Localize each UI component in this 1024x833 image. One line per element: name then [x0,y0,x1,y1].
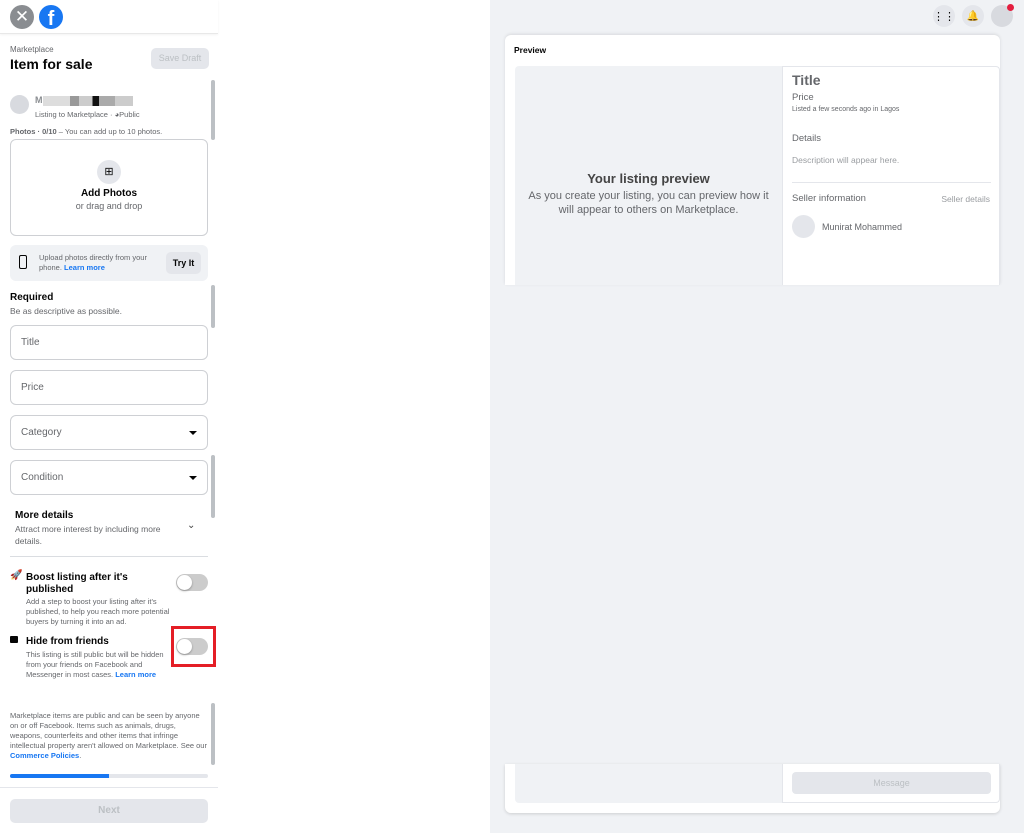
audience[interactable]: Public [119,110,139,119]
listing-audience: Listing to Marketplace · ◕Public [35,110,140,119]
chevron-down-icon: ⌄ [187,520,196,531]
caret-down-icon [189,475,197,480]
facebook-logo[interactable]: f [39,5,63,29]
preview-image-area-bottom [515,764,782,803]
close-icon[interactable]: ✕ [10,5,34,29]
add-photos-dropzone[interactable]: ⊞ Add Photos or drag and drop [10,139,208,236]
blurred-name [42,95,133,106]
drag-drop-label: or drag and drop [75,201,143,211]
caret-down-icon [189,430,197,435]
phone-upload-text: Upload photos directly from your phone. … [39,253,164,273]
lock-icon [10,636,18,643]
seller-info-heading: Seller information [792,193,866,204]
category-select[interactable]: Category [10,415,208,450]
toggle-knob [177,575,192,590]
listing-form-panel: ✕ f Marketplace Item for sale Save Draft… [0,0,218,833]
phone-icon [19,255,27,269]
learn-more-link[interactable]: Learn more [115,670,156,679]
hide-from-friends-toggle[interactable] [176,638,208,655]
seller-details-link[interactable]: Seller details [941,194,990,204]
add-photo-icon: ⊞ [97,160,121,184]
boost-desc: Add a step to boost your listing after i… [26,597,170,626]
preview-card-bottom: Message [505,764,1000,813]
policy-text: Marketplace items are public and can be … [10,711,208,761]
toggle-knob [177,639,192,654]
rocket-icon: 🚀 [10,570,23,581]
price-placeholder: Price [21,382,44,393]
scrollbar-thumb[interactable] [211,80,215,140]
title-placeholder: Title [21,337,40,348]
divider [0,787,218,788]
preview-listed: Listed a few seconds ago in Lagos [792,106,900,113]
scrollbar-thumb[interactable] [211,703,215,765]
preview-title: Title [792,72,821,88]
preview-details: Title Price Listed a few seconds ago in … [782,66,1000,285]
scrollbar-thumb[interactable] [211,285,215,328]
price-input[interactable]: Price [10,370,208,405]
condition-placeholder: Condition [21,472,64,483]
preview-placeholder-text: As you create your listing, you can prev… [528,190,769,216]
progress-fill [10,774,109,778]
top-bar: ✕ f [0,0,218,34]
policy-end: . [79,751,82,760]
progress-bar [10,774,208,778]
scrollbar-thumb[interactable] [211,455,215,518]
seller-name: Munirat Mohammed [822,222,903,232]
add-photos-label: Add Photos [80,188,138,199]
hide-heading: Hide from friends [26,636,109,647]
preview-details-heading: Details [792,133,822,144]
listing-to: Listing to Marketplace · [35,110,115,119]
breadcrumb[interactable]: Marketplace [10,45,54,54]
category-placeholder: Category [21,427,62,438]
more-details-sub: Attract more interest by including more … [15,524,161,546]
photos-hint: – You can add up to 10 photos. [56,127,163,136]
policy-body: Marketplace items are public and can be … [10,711,207,750]
save-draft-button[interactable]: Save Draft [151,48,209,69]
user-name: M [35,95,133,106]
avatar [10,95,29,114]
preview-area: ⋮⋮ 🔔 Preview Your listing preview As you… [490,0,1024,833]
menu-grid-icon[interactable]: ⋮⋮ [933,5,955,27]
message-button[interactable]: Message [792,772,991,794]
preview-price: Price [792,92,814,103]
title-input[interactable]: Title [10,325,208,360]
required-heading: Required [10,292,54,303]
preview-placeholder-heading: Your listing preview [587,171,710,186]
commerce-policies-link[interactable]: Commerce Policies [10,751,79,760]
user-name-text: M [35,95,43,105]
divider [792,182,991,183]
phone-upload-banner: Upload photos directly from your phone. … [10,245,208,281]
seller-avatar [792,215,815,238]
preview-description: Description will appear here. [792,155,900,165]
page-title: Item for sale [10,56,93,72]
photos-count: Photos · 0/10 [10,127,57,136]
more-details-toggle[interactable]: More details Attract more interest by in… [10,505,208,557]
try-it-button[interactable]: Try It [166,252,201,274]
condition-select[interactable]: Condition [10,460,208,495]
next-button[interactable]: Next [10,799,208,823]
notifications-bell-icon[interactable]: 🔔 [962,5,984,27]
photos-label: Photos · 0/10 – You can add up to 10 pho… [10,127,162,136]
preview-card: Preview Your listing preview As you crea… [505,35,1000,285]
learn-more-link[interactable]: Learn more [64,263,105,272]
notification-dot [1007,4,1014,11]
preview-details-bottom: Message [782,764,1000,803]
required-sub: Be as descriptive as possible. [10,306,122,316]
preview-image-area: Your listing preview As you create your … [515,66,782,285]
hide-desc: This listing is still public but will be… [26,650,166,680]
boost-toggle[interactable] [176,574,208,591]
preview-label: Preview [514,45,547,55]
boost-heading: Boost listing after it's published [26,572,128,595]
more-details-heading: More details [15,510,74,521]
